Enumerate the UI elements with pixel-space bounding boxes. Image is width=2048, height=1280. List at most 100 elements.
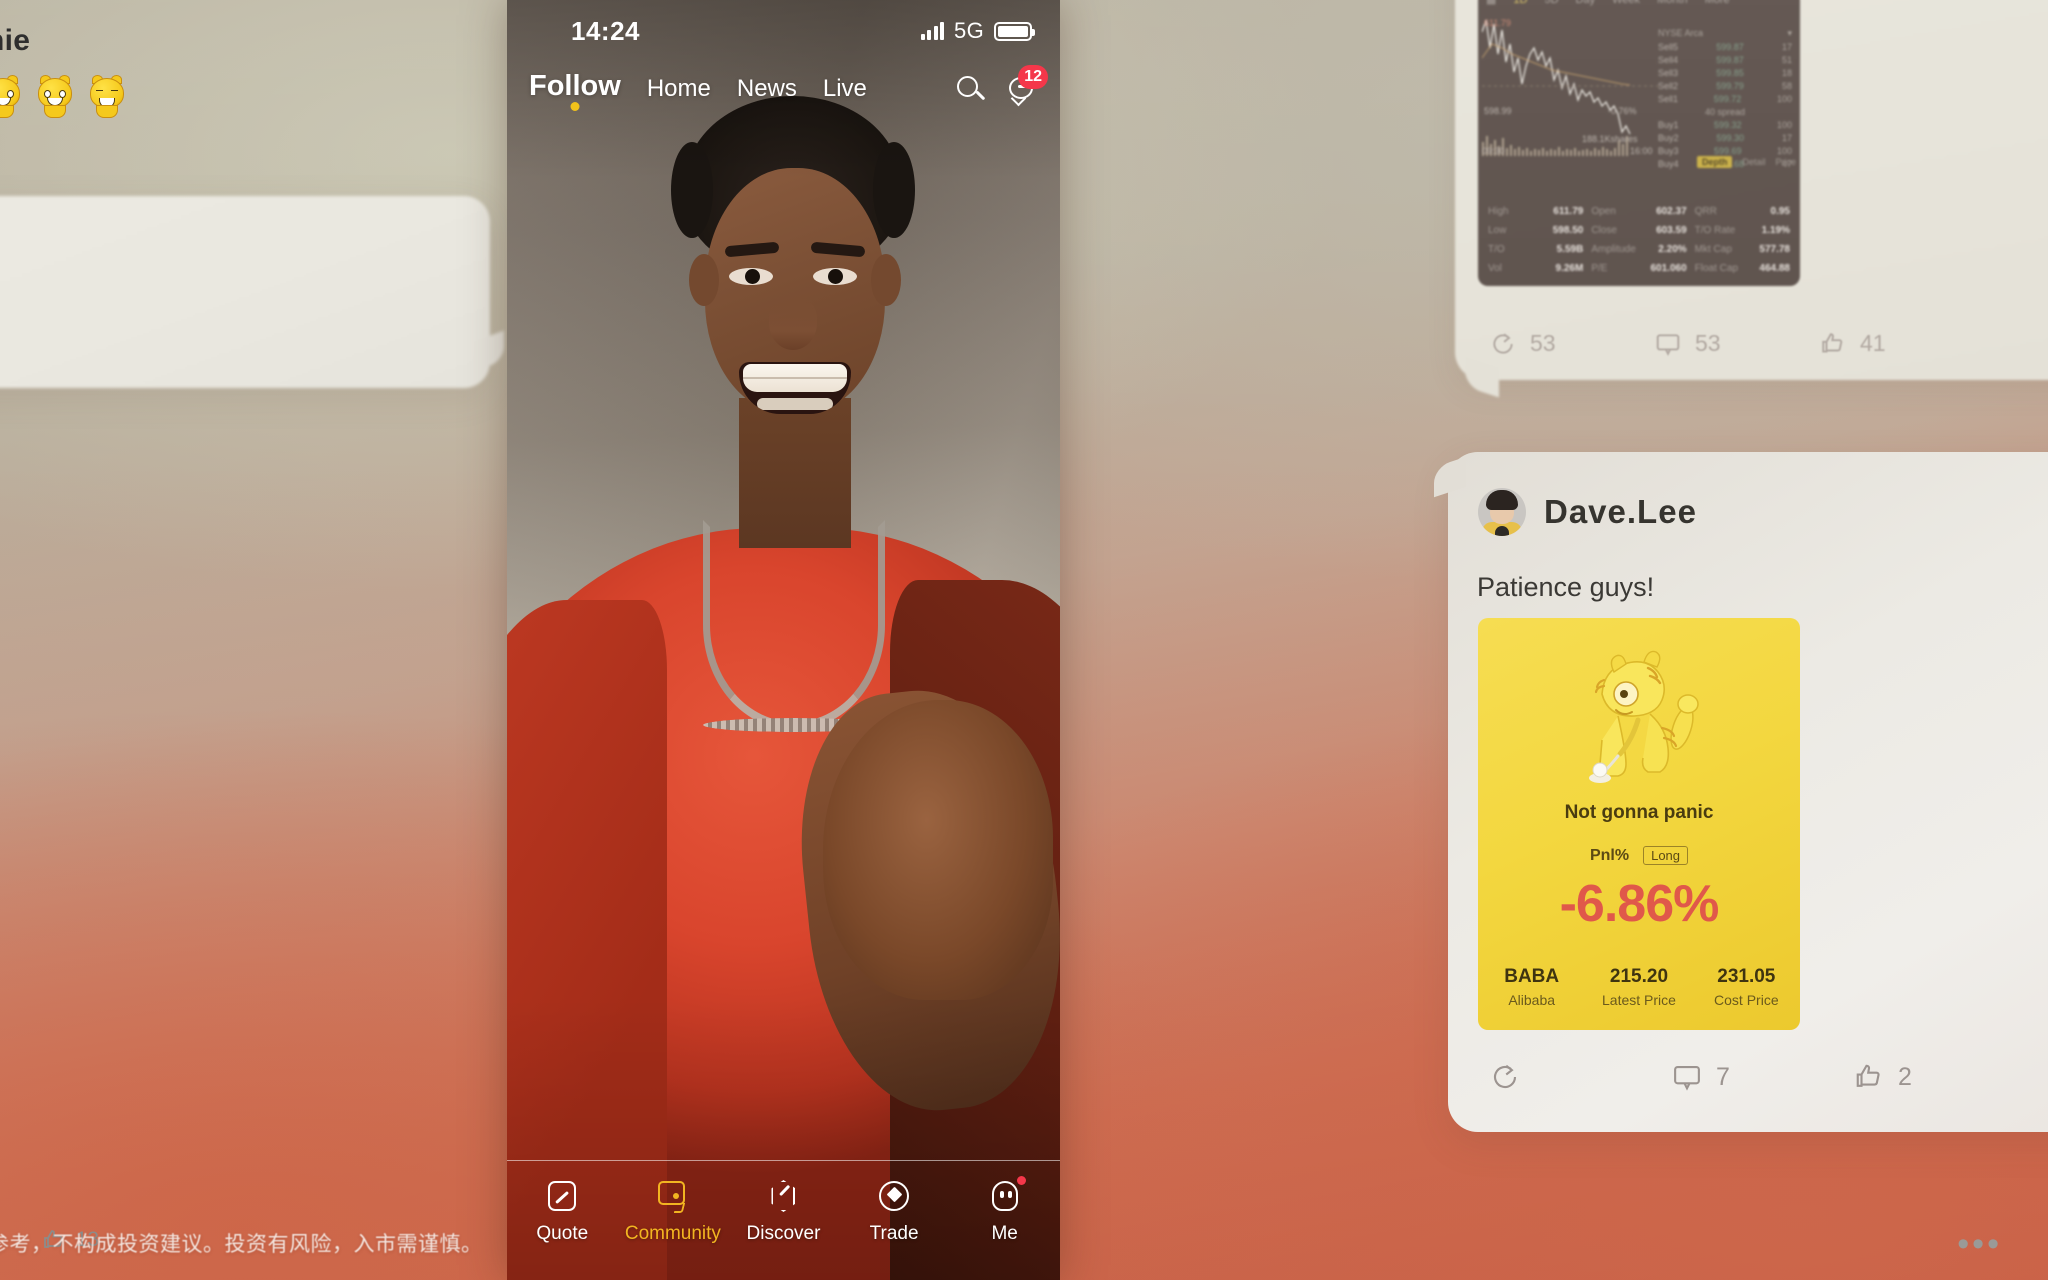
top-navigation-bar: Follow Home News Live 12 [507,62,1060,118]
search-icon[interactable] [956,75,986,105]
dave-like-count: 2 [1898,1062,1912,1091]
dave-comment-count: 7 [1716,1062,1730,1091]
chart-card-comment-action[interactable]: 53 [1655,330,1820,357]
tiger-golf-mascot-icon [1564,632,1714,792]
depth-tab-depth[interactable]: Depth [1696,156,1733,168]
battery-icon [994,21,1035,41]
chart-high-label: 611.79 [1484,18,1511,28]
pnl-cost-price: 231.05 [1717,966,1776,987]
depth-tab-price[interactable]: Price [1775,157,1796,167]
tabbar-label-trade: Trade [869,1223,919,1244]
chart-tab-day[interactable]: Day [1576,0,1596,6]
tabbar-item-me[interactable]: Me [949,1176,1060,1245]
sell-order-row: Sell5 599.87 17 [1654,40,1796,53]
dave-lee-author-row[interactable]: Dave.Lee [1478,488,1697,536]
tabbar-item-trade[interactable]: Trade [839,1179,950,1245]
sell-order-row: Sell4 599.87 51 [1654,53,1796,66]
stat-key: T/O Rate [1694,225,1736,236]
depth-view-tabs[interactable]: Depth Detail Price [1696,156,1796,168]
sell-order-row: Sell1 599.72 100 [1654,92,1796,105]
stat-open: Open 602.37 [1591,206,1686,223]
buy-price: 599.69 [1713,145,1742,156]
tab-news[interactable]: News [737,75,797,111]
stat-vol: Vol 9.26M [1488,263,1583,280]
network-type-label: 5G [954,18,984,43]
dave-lee-author-name: Dave.Lee [1544,493,1697,530]
pnl-cost-label: Cost Price [1714,992,1779,1008]
stat-to-rate: T/O Rate 1.19% [1695,225,1790,242]
phone-screen[interactable]: 14:24 5G Follow Home News Live 12 Quote … [507,0,1060,1280]
sell-price: 599.87 [1716,41,1744,52]
stat-value: 611.79 [1553,206,1584,217]
dave-card-share-action[interactable] [1490,1062,1672,1092]
chart-time-end: 16:00 [1630,146,1653,156]
tiger-sticker-wink-icon [0,75,22,118]
fullscreen-media-photo[interactable] [507,0,1060,1280]
avatar[interactable] [1478,488,1526,536]
stat-key: Close [1591,225,1617,236]
tab-home[interactable]: Home [647,75,711,111]
pnl-percent-label: Pnl% [1589,846,1630,864]
left-background-post-card[interactable] [0,196,490,388]
pnl-card-title: Not gonna panic [1564,802,1714,823]
buy-level: Buy2 [1658,132,1679,143]
stat-value: 2.20% [1658,244,1687,255]
tabbar-item-discover[interactable]: Discover [728,1179,839,1245]
tabbar-label-quote: Quote [536,1223,589,1244]
chart-tab-1d[interactable]: 1D [1513,0,1527,6]
stat-value: 577.78 [1759,244,1790,255]
sell-price: 599.79 [1716,80,1744,91]
dave-card-comment-action[interactable]: 7 [1672,1062,1854,1092]
top-nav-actions: 12 [956,65,1048,105]
dave-card-action-row: 7 2 [1490,1062,2036,1092]
message-bubble-icon[interactable]: 12 [1008,65,1048,105]
pnl-latest-price: 215.20 [1609,966,1669,987]
left-card-more-button[interactable]: ••• [1957,1227,2002,1261]
chart-tab-month[interactable]: Month [1657,0,1688,6]
comment-icon [1656,333,1680,356]
stat-value: 5.59B [1556,244,1584,255]
chart-tab-more[interactable]: More [1705,0,1730,6]
chart-tab-week[interactable]: Week [1612,0,1640,6]
tabbar-item-quote[interactable]: Quote [507,1179,618,1245]
discover-icon [766,1179,800,1213]
chart-card-like-action[interactable]: 41 [1820,330,1985,357]
buy-level: Buy3 [1658,145,1679,156]
depth-tab-detail[interactable]: Detail [1742,157,1765,167]
spread-row: 40 spread [1654,105,1796,118]
sell-price: 599.85 [1716,67,1744,78]
status-bar: 14:24 5G [507,0,1060,62]
sell-level: Sell5 [1658,41,1679,52]
chart-card-share-action[interactable]: 53 [1490,330,1655,357]
sell-qty: 100 [1776,93,1792,104]
chart-tab-5d[interactable]: 5D [1544,0,1558,6]
stat-low: Low 598.50 [1488,225,1583,242]
sell-qty: 51 [1781,54,1792,65]
buy-price: 599.30 [1716,132,1745,143]
stat-float-cap: Float Cap 464.88 [1695,263,1790,280]
stat-mkt-cap: Mkt Cap 577.78 [1695,244,1790,261]
tabbar-item-community[interactable]: Community [618,1179,729,1245]
stat-value: 464.88 [1759,263,1790,274]
chart-change-label: -0.76% [1608,106,1637,116]
stat-key: T/O [1488,244,1505,255]
buy-price: 599.32 [1713,119,1742,130]
buy-level: Buy4 [1658,158,1679,169]
chart-volume-label: 188.1Kshares [1582,134,1638,144]
pnl-share-card[interactable]: Not gonna panic Pnl% Long -6.86% BABA Al… [1478,618,1800,1030]
tabbar-label-community: Community [624,1223,721,1244]
trade-icon [877,1179,911,1213]
chart-plot-area: 611.79 598.99 -0.76% 188.1Kshares 09:30 … [1478,6,1800,206]
stat-to: T/O 5.59B [1488,244,1583,261]
stat-key: Amplitude [1591,244,1636,255]
exchange-row[interactable]: NYSE Arca ▾ [1654,26,1796,40]
stock-chart-panel[interactable]: ▦ 1D 5D Day Week Month More [1478,0,1800,286]
buy-level: Buy1 [1658,119,1679,130]
tab-live[interactable]: Live [823,75,867,111]
stat-value: 602.37 [1656,206,1687,217]
sell-level: Sell2 [1658,80,1679,91]
tab-follow[interactable]: Follow [529,70,621,111]
pnl-stats-row: BABA Alibaba 215.20 Latest Price 231.05 … [1478,966,1800,1008]
dave-card-like-action[interactable]: 2 [1854,1062,2036,1092]
stock-statistics-grid: High 611.79 Open 602.37 QRR 0.95 Low 598.50 … [1478,200,1800,286]
